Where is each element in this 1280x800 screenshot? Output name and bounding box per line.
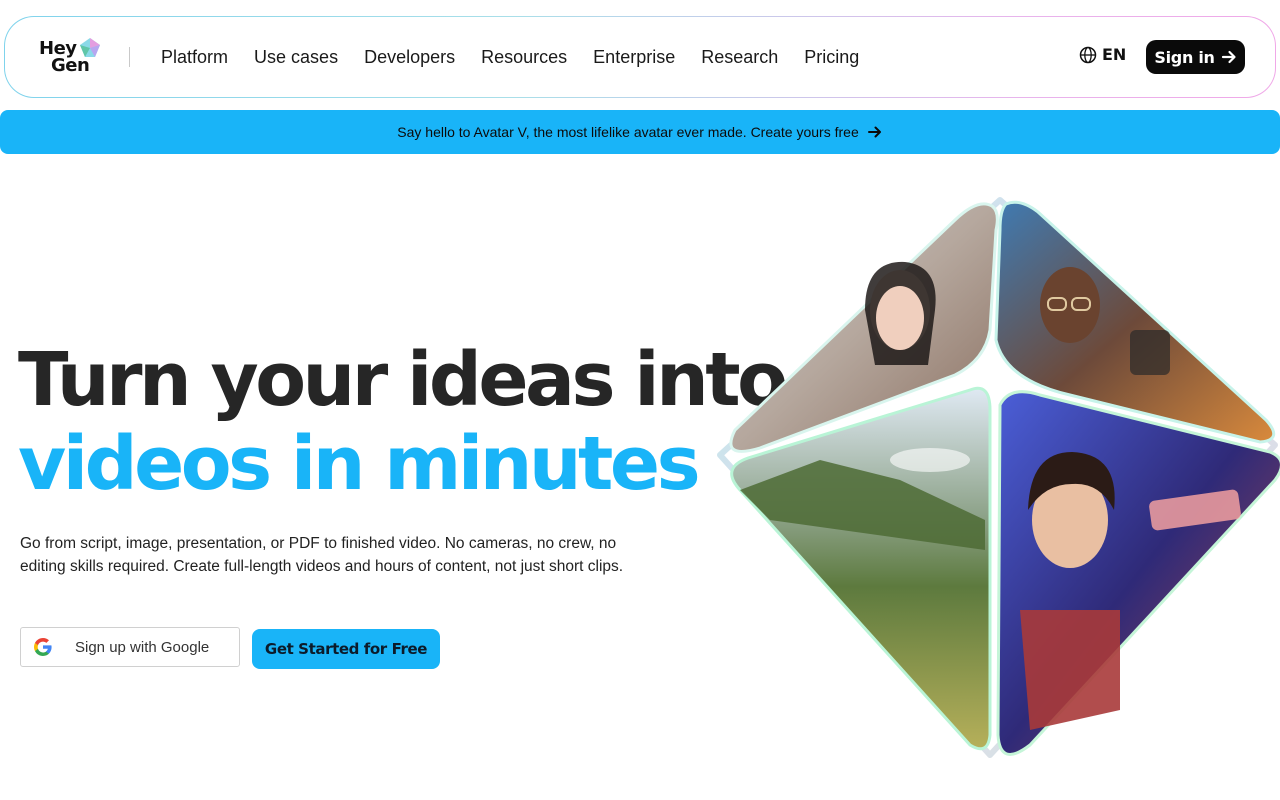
sign-in-label: Sign in	[1154, 47, 1215, 67]
nav-item-resources[interactable]: Resources	[468, 47, 580, 68]
get-started-button[interactable]: Get Started for Free	[252, 629, 440, 669]
language-selector[interactable]: EN	[1079, 45, 1126, 64]
get-started-label: Get Started for Free	[264, 640, 428, 658]
arrow-right-icon	[867, 126, 881, 138]
main-nav: Platform Use cases Developers Resources …	[157, 17, 872, 97]
top-navigation-bar: Hey Gen Platform Use cases Developers Re…	[4, 16, 1276, 98]
arrow-right-icon	[1221, 50, 1236, 64]
globe-icon	[1079, 46, 1097, 63]
google-g-icon	[34, 638, 52, 656]
banner-text: Say hello to Avatar V, the most lifelike…	[397, 124, 859, 140]
sign-in-button[interactable]: Sign in	[1146, 40, 1245, 74]
hero-title: Turn your ideas into videos in minutes	[18, 337, 788, 507]
google-signup-label: Sign up with Google	[75, 638, 210, 656]
nav-item-enterprise[interactable]: Enterprise	[580, 47, 688, 68]
announcement-banner[interactable]: Say hello to Avatar V, the most lifelike…	[0, 110, 1280, 154]
language-label: EN	[1102, 45, 1127, 64]
nav-item-developers[interactable]: Developers	[351, 47, 468, 68]
logo-line-2: Gen	[51, 55, 90, 76]
nav-divider	[129, 47, 130, 67]
hero-title-line-2: videos in minutes	[18, 421, 701, 507]
heygen-logo[interactable]: Hey Gen	[39, 37, 103, 77]
nav-item-research[interactable]: Research	[688, 47, 791, 68]
logo-gem-icon	[80, 38, 100, 57]
hero-video-collage	[717, 197, 1280, 758]
nav-item-use-cases[interactable]: Use cases	[241, 47, 351, 68]
google-signup-button[interactable]: Sign up with Google	[20, 627, 240, 667]
nav-item-pricing[interactable]: Pricing	[791, 47, 872, 68]
nav-item-platform[interactable]: Platform	[157, 47, 241, 68]
hero-description: Go from script, image, presentation, or …	[20, 535, 624, 575]
hero-title-line-1: Turn your ideas into	[18, 337, 788, 423]
